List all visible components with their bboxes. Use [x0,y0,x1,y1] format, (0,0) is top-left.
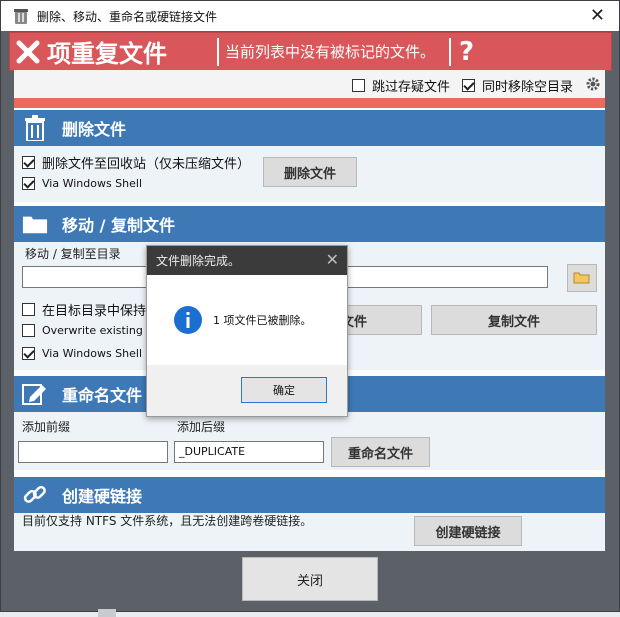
status-banner: 项重复文件 当前列表中没有被标记的文件。 ? [9,32,612,71]
suffix-label: 添加后缀 [177,420,226,434]
overwrite-label: Overwrite existing fil [42,324,157,337]
close-dialog-button[interactable]: 关闭 [242,557,378,601]
keep-struct-checkbox[interactable] [22,303,35,316]
rename-section-title: 重命名文件 [62,386,143,405]
help-button[interactable]: ? [459,37,474,67]
move-via-shell-checkbox[interactable] [22,347,35,360]
modal-ok-button[interactable]: 确定 [241,377,327,403]
background-scroll-chip [98,609,116,617]
modal-message: 1 项文件已被删除。 [213,314,312,327]
title-bar: 删除、移动、重命名或硬链接文件 ✕ [1,1,619,31]
hardlink-section-header: 创建硬链接 [14,477,605,513]
modal-title-bar: 文件删除完成。 ✕ [147,246,347,275]
modal-title: 文件删除完成。 [156,254,241,268]
rename-files-button[interactable]: 重命名文件 [331,437,430,467]
delete-files-button[interactable]: 删除文件 [263,157,357,187]
folder-icon [22,210,48,238]
browse-folder-button[interactable] [567,264,597,292]
window-title: 删除、移动、重命名或硬链接文件 [37,9,218,24]
remove-empty-checkbox[interactable] [462,79,475,92]
banner-divider [449,37,452,66]
skip-stored-option[interactable]: 跳过存疑文件 [352,76,450,95]
modal-body: 1 项文件已被删除。 [147,275,347,365]
window-close-button[interactable]: ✕ [590,5,605,26]
hardlink-section-title: 创建硬链接 [62,487,143,506]
move-section-header: 移动 / 复制文件 [14,206,605,242]
modal-footer: 确定 [147,365,347,416]
to-recycle-checkbox[interactable] [22,156,35,169]
hardlink-note: 目前仅支持 NTFS 文件系统，且无法创建跨卷硬链接。 [22,514,313,528]
delete-via-shell-option[interactable]: Via Windows Shell [22,177,142,190]
modal-close-button[interactable]: ✕ [326,250,339,269]
move-via-shell-option[interactable]: Via Windows Shell [22,347,142,360]
copy-files-button[interactable]: 复制文件 [431,305,597,335]
create-hardlink-button[interactable]: 创建硬链接 [414,516,522,546]
info-icon [174,306,202,334]
trash-icon [22,114,48,142]
delete-section-title: 删除文件 [62,120,127,139]
banner-heading: 项重复文件 [47,40,167,68]
close-x-icon [16,40,40,63]
keep-struct-label: 在目标目录中保持 [42,304,147,319]
link-icon [22,481,48,509]
keep-struct-option[interactable]: 在目标目录中保持 [22,300,146,319]
move-section-title: 移动 / 复制文件 [62,216,175,235]
remove-empty-option[interactable]: 同时移除空目录 [462,76,573,95]
banner-message: 当前列表中没有被标记的文件。 [225,43,436,61]
prefix-input[interactable] [18,441,168,463]
suffix-input[interactable]: _DUPLICATE [174,441,324,463]
delete-via-shell-label: Via Windows Shell [42,177,143,190]
banner-divider [217,37,219,66]
recycle-bin-app-icon [14,9,28,24]
delete-section-header: 删除文件 [14,110,605,146]
folder-open-icon [573,272,590,284]
gear-icon[interactable] [585,76,601,92]
delete-via-shell-checkbox[interactable] [22,177,35,190]
dest-label: 移动 / 复制至目录 [25,247,121,261]
accent-bar [14,98,605,108]
to-recycle-option[interactable]: 删除文件至回收站（仅未压缩文件） [22,153,250,172]
remove-empty-label: 同时移除空目录 [482,80,574,95]
skip-stored-label: 跳过存疑文件 [372,80,451,95]
to-recycle-label: 删除文件至回收站（仅未压缩文件） [42,157,251,172]
skip-stored-checkbox[interactable] [352,79,365,92]
move-via-shell-label: Via Windows Shell [42,347,143,360]
overwrite-checkbox[interactable] [22,324,35,337]
edit-icon [22,380,48,408]
completion-modal: 文件删除完成。 ✕ 1 项文件已被删除。 确定 [146,245,348,417]
overwrite-option[interactable]: Overwrite existing fil [22,324,156,337]
prefix-label: 添加前缀 [22,420,71,434]
